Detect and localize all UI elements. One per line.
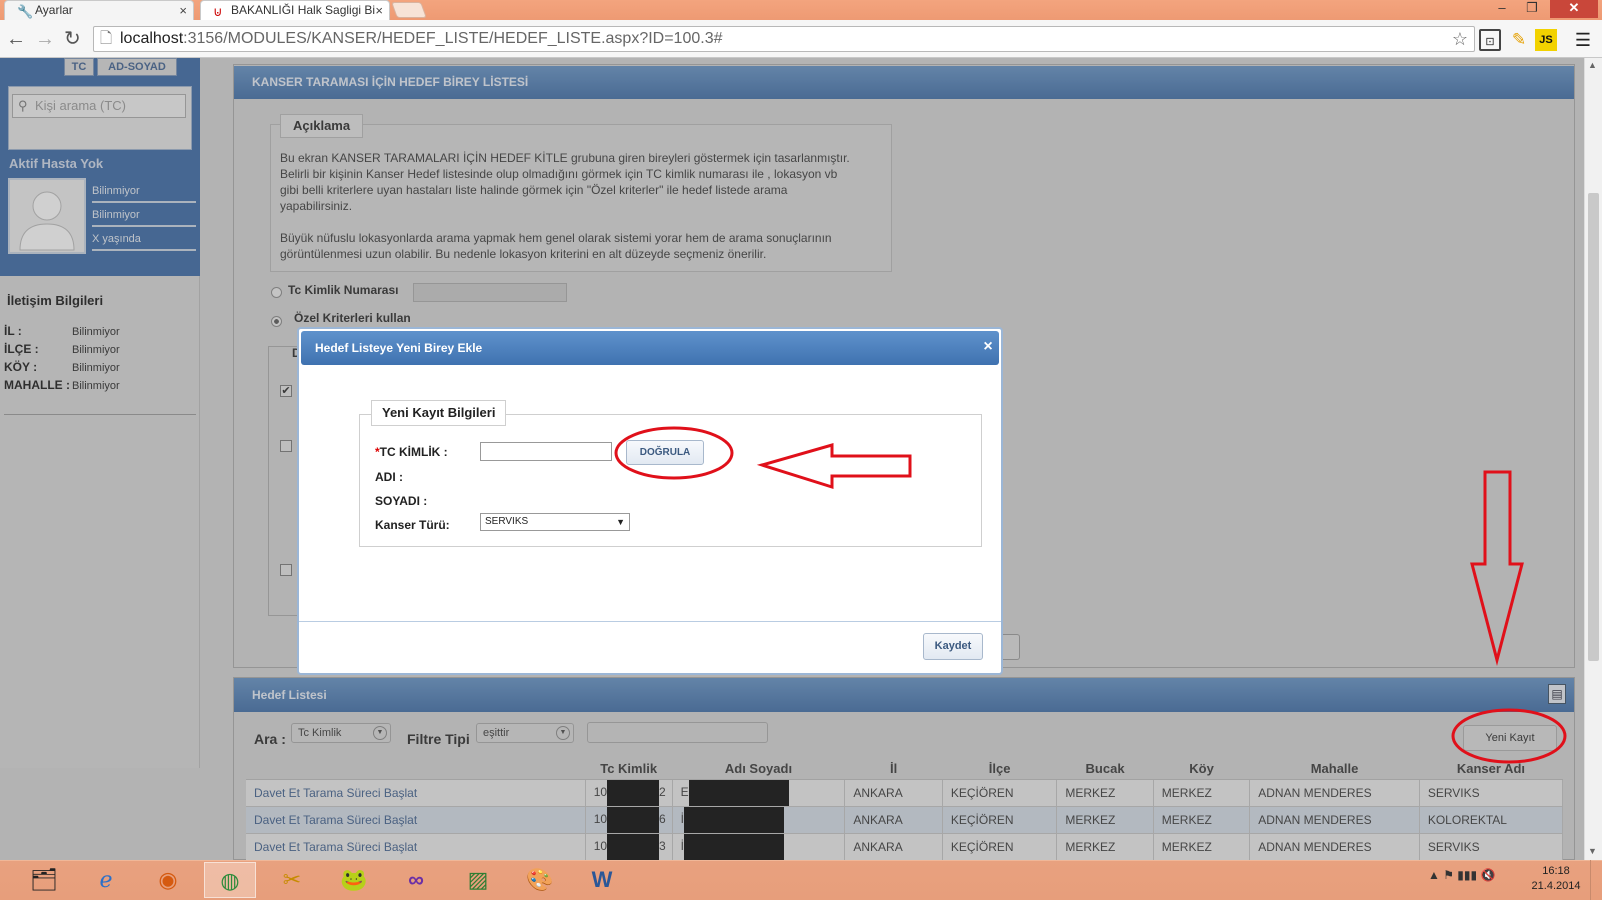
frog-app-icon[interactable]: 🐸 [328, 862, 380, 898]
menu-icon[interactable]: ☰ [1572, 29, 1594, 51]
new-record-fieldset [359, 414, 982, 547]
tc-field-label: *TC KİMLİK : [375, 445, 448, 459]
tc-field-label-text: TC KİMLİK : [379, 445, 448, 459]
reload-icon[interactable]: ↻ [64, 28, 81, 50]
wrench-icon: 🔧 [17, 4, 34, 19]
surname-label: SOYADI : [375, 494, 428, 508]
clock-time: 16:18 [1542, 865, 1570, 877]
dropdown-arrow-icon: ▼ [616, 517, 625, 527]
verify-button[interactable]: DOĞRULA [626, 440, 704, 465]
cancer-type-label: Kanser Türü: [375, 518, 450, 532]
cancer-type-value: SERVIKS [485, 516, 529, 527]
url-path: :3156/MODULES/KANSER/HEDEF_LISTE/HEDEF_L… [183, 30, 723, 47]
bookmark-star-icon[interactable]: ☆ [1452, 27, 1468, 51]
paint-palette-icon[interactable]: 🎨 [514, 862, 566, 898]
new-tab-button[interactable] [391, 2, 427, 18]
clock-date: 21.4.2014 [1531, 880, 1581, 892]
scroll-up-icon[interactable]: ▲ [1588, 60, 1597, 70]
scrollbar-thumb[interactable] [1588, 193, 1599, 661]
cancer-type-select[interactable]: SERVIKS ▼ [480, 513, 630, 531]
dialog-close-icon[interactable]: × [980, 338, 996, 356]
dialog-title: Hedef Listeye Yeni Birey Ekle [301, 331, 999, 365]
paint-tools-icon[interactable]: ✂ [266, 862, 318, 898]
name-label: ADI : [375, 470, 403, 484]
minimize-icon[interactable]: – [1488, 0, 1516, 18]
url-host: localhost [120, 30, 184, 47]
tab-label: BAKANLIĞI Halk Sagligi Bi [231, 3, 376, 17]
extension-screen-icon[interactable]: ⊡ [1479, 29, 1501, 51]
back-icon[interactable]: ← [6, 28, 26, 50]
ministry-logo-icon: ⊍ [213, 4, 223, 19]
firefox-icon[interactable]: ◉ [142, 862, 194, 898]
tc-kimlik-input[interactable] [480, 442, 612, 461]
show-desktop-button[interactable] [1590, 860, 1602, 900]
address-bar[interactable]: 🗋 localhost:3156/MODULES/KANSER/HEDEF_LI… [93, 26, 1475, 52]
tab-label: Ayarlar [35, 3, 73, 17]
tab-ayarlar[interactable]: 🔧 Ayarlar × [4, 0, 194, 20]
word-icon[interactable]: W [576, 862, 628, 898]
chrome-icon[interactable]: ◍ [204, 862, 256, 898]
tab-bakanlik[interactable]: ⊍ BAKANLIĞI Halk Sagligi Bi × [200, 0, 390, 20]
new-record-legend: Yeni Kayıt Bilgileri [371, 400, 507, 426]
clock[interactable]: 16:18 21.4.2014 [1528, 864, 1584, 894]
page-icon: 🗋 [100, 30, 113, 47]
save-button[interactable]: Kaydet [923, 633, 983, 660]
internet-explorer-icon[interactable]: ℯ [80, 862, 132, 898]
system-tray[interactable]: ▲ ⚑ ▮▮▮ 🔇 [1428, 868, 1495, 882]
visual-studio-icon[interactable]: ∞ [390, 862, 442, 898]
maximize-icon[interactable]: ❐ [1518, 0, 1546, 18]
forward-icon[interactable]: → [35, 28, 55, 50]
file-explorer-icon[interactable]: 🗂 [18, 862, 70, 898]
extension-js-icon[interactable]: JS [1535, 29, 1557, 51]
window-close-icon[interactable]: ✕ [1550, 0, 1598, 18]
extension-pencil-icon[interactable]: ✎ [1508, 29, 1530, 51]
chart-app-icon[interactable]: ▨ [452, 862, 504, 898]
dialog-footer-divider [299, 621, 1001, 622]
close-tab-icon[interactable]: × [375, 1, 383, 20]
scroll-down-icon[interactable]: ▼ [1588, 846, 1597, 856]
close-tab-icon[interactable]: × [179, 1, 187, 20]
